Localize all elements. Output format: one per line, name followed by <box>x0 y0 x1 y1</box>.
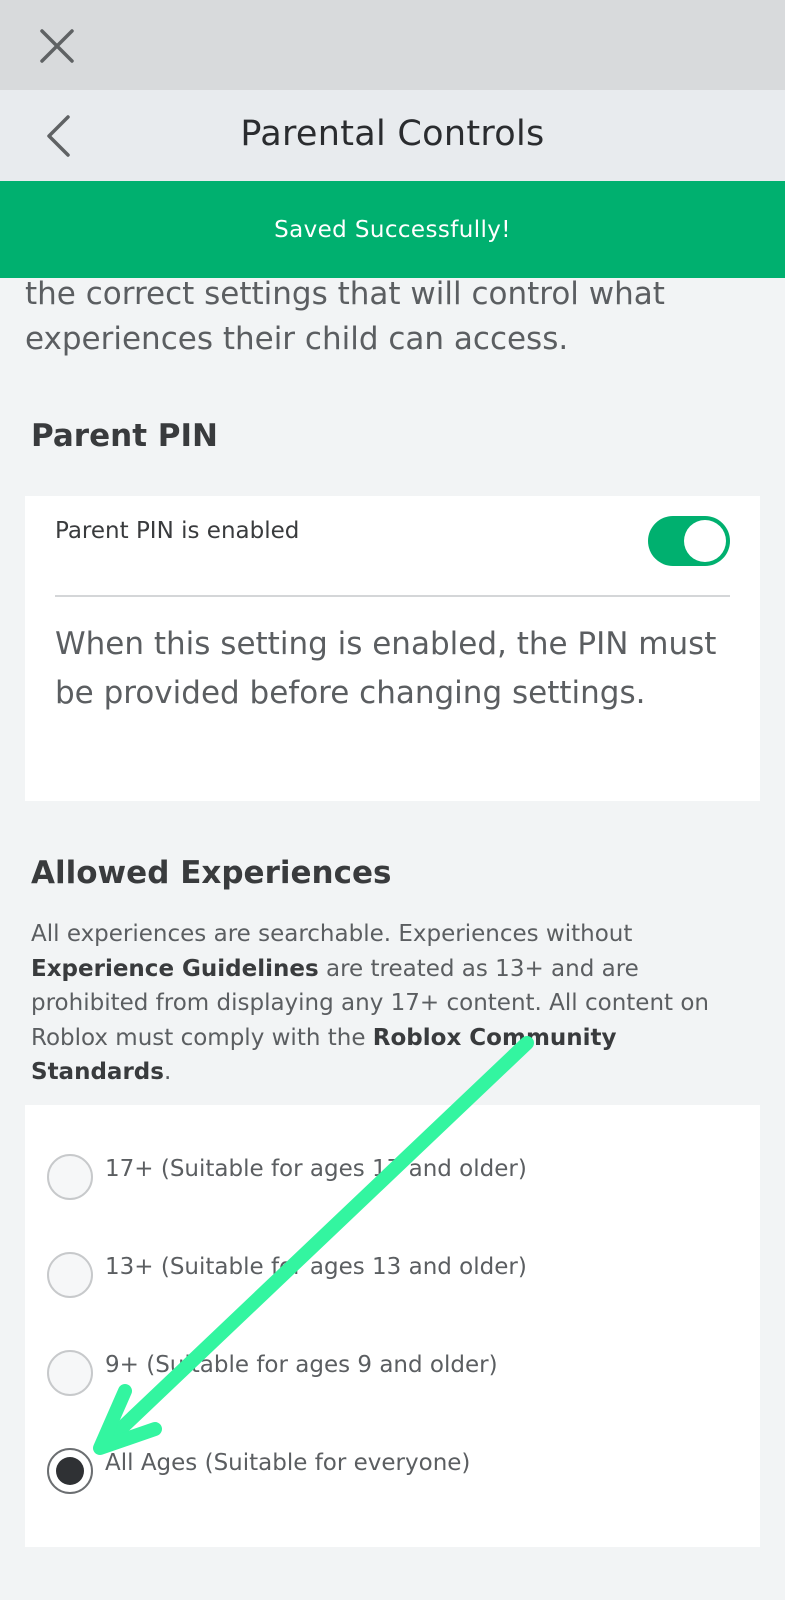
option-label: All Ages (Suitable for everyone) <box>105 1450 471 1476</box>
radio-17-plus[interactable] <box>47 1154 93 1200</box>
parent-pin-toggle-label: Parent PIN is enabled <box>55 518 300 544</box>
desc-text: . <box>163 1059 172 1085</box>
option-17-plus[interactable]: 17+ (Suitable for ages 17 and older) <box>47 1154 747 1210</box>
close-icon <box>40 29 74 63</box>
radio-9-plus[interactable] <box>47 1350 93 1396</box>
option-label: 13+ (Suitable for ages 13 and older) <box>105 1254 527 1280</box>
parent-pin-toggle[interactable] <box>648 516 730 566</box>
radio-all-ages[interactable] <box>47 1448 93 1494</box>
top-bar <box>0 0 785 90</box>
saved-toast: Saved Successfully! <box>0 181 785 278</box>
desc-text: All experiences are searchable. Experien… <box>31 921 633 947</box>
option-label: 9+ (Suitable for ages 9 and older) <box>105 1352 498 1378</box>
option-13-plus[interactable]: 13+ (Suitable for ages 13 and older) <box>47 1252 747 1308</box>
page-header: Parental Controls <box>0 90 785 181</box>
experience-guidelines-link[interactable]: Experience Guidelines <box>31 956 319 982</box>
allowed-experiences-heading: Allowed Experiences <box>31 855 392 891</box>
experience-options-card: 17+ (Suitable for ages 17 and older) 13+… <box>25 1105 760 1547</box>
intro-text: the correct settings that will control w… <box>25 276 665 357</box>
radio-13-plus[interactable] <box>47 1252 93 1298</box>
parent-pin-description: When this setting is enabled, the PIN mu… <box>55 626 717 711</box>
close-button[interactable] <box>34 23 80 69</box>
radio-selected-dot <box>56 1457 84 1485</box>
parent-pin-card: Parent PIN is enabled When this setting … <box>25 496 760 801</box>
allowed-experiences-description: All experiences are searchable. Experien… <box>31 917 751 1090</box>
option-9-plus[interactable]: 9+ (Suitable for ages 9 and older) <box>47 1350 747 1406</box>
divider <box>55 595 730 597</box>
page-title: Parental Controls <box>240 114 545 154</box>
option-label: 17+ (Suitable for ages 17 and older) <box>105 1156 527 1182</box>
toggle-knob <box>684 520 726 562</box>
parent-pin-heading: Parent PIN <box>31 418 218 454</box>
option-all-ages[interactable]: All Ages (Suitable for everyone) <box>47 1448 747 1504</box>
